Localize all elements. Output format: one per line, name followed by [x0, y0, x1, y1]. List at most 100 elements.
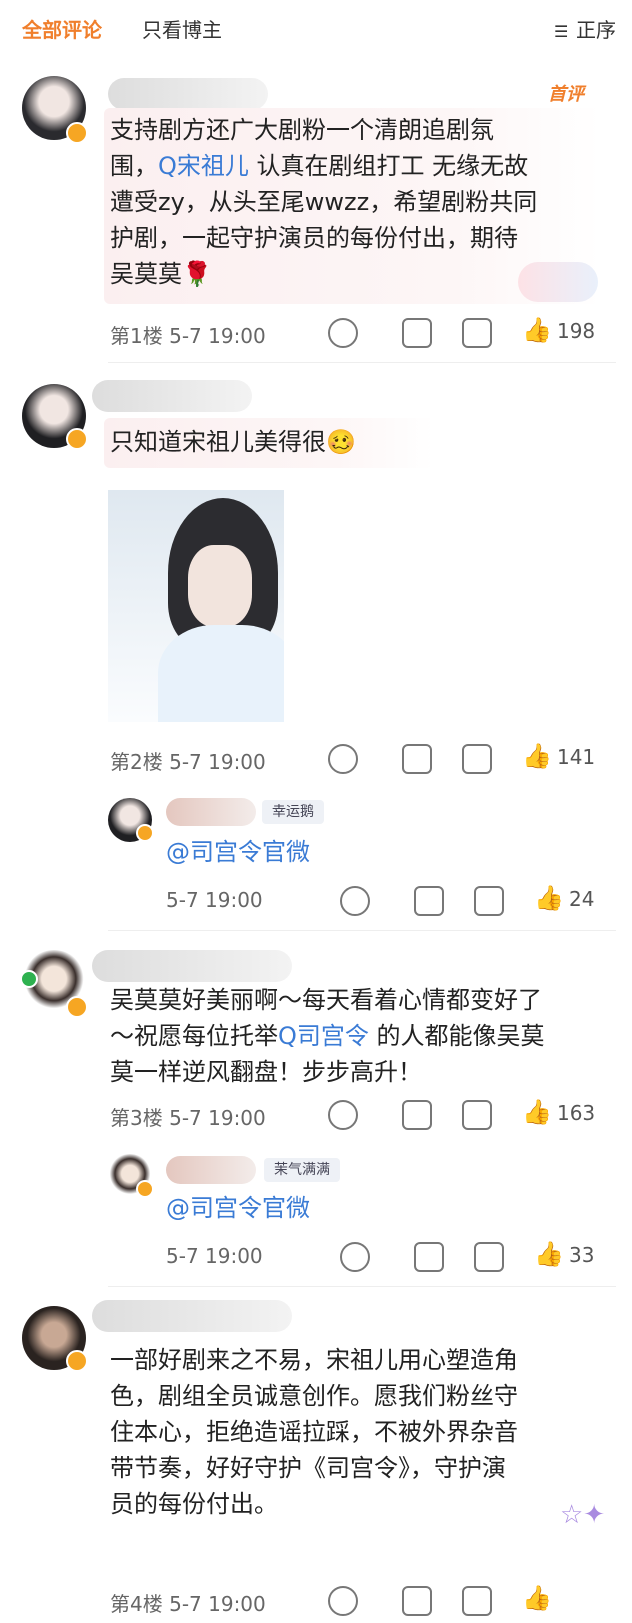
comment-line: 色，剧组全员诚意创作。愿我们粉丝守 [110, 1382, 518, 1410]
floor-label: 第2楼 [110, 750, 163, 774]
comment-image[interactable] [108, 490, 284, 722]
comment-icon[interactable] [462, 744, 492, 774]
topic-link[interactable]: Q司宫令 [278, 1022, 369, 1050]
star-sticker-icon: ☆✦ [560, 1500, 606, 1530]
verified-badge-icon [66, 428, 88, 450]
comment-line-part: ～祝愿每位托举 [110, 1022, 278, 1050]
comment-line: 遭受zy，从头至尾wwzz，希望剧粉共同 [110, 188, 538, 216]
verified-badge-icon [66, 996, 88, 1018]
comment-line: 带节奏，好好守护《司宫令》，守护演 [110, 1454, 506, 1482]
comment-meta: 第1楼 5-7 19:00 [110, 320, 266, 349]
comment-text: 只知道宋祖儿美得很🥴 [110, 428, 356, 456]
username-blurred[interactable] [92, 1300, 292, 1332]
share-icon[interactable] [402, 318, 432, 348]
comment-icon[interactable] [474, 1242, 504, 1272]
tab-author-only[interactable]: 只看博主 [142, 14, 222, 43]
comment-icon[interactable] [462, 318, 492, 348]
floor-label: 第1楼 [110, 324, 163, 348]
reply-text[interactable]: @司宫令官微 [166, 834, 310, 870]
dislike-icon[interactable] [340, 1242, 370, 1272]
comment-line: 护剧，一起守护演员的每份付出，期待 [110, 224, 518, 252]
timestamp: 5-7 19:00 [169, 1106, 266, 1130]
comment-icon[interactable] [462, 1586, 492, 1616]
like-icon: 👍 [522, 316, 552, 344]
share-icon[interactable] [402, 1100, 432, 1130]
comment-line-part: 认真在剧组打工 无缘无故 [248, 152, 529, 180]
comment-line: 莫一样逆风翻盘！步步高升！ [110, 1058, 422, 1086]
comment-text: 支持剧方还广大剧粉一个清朗追剧氛 围，Q宋祖儿 认真在剧组打工 无缘无故 遭受z… [110, 112, 537, 292]
floor-label: 第4楼 [110, 1592, 163, 1616]
comment-text: 吴莫莫好美丽啊～每天看着心情都变好了 ～祝愿每位托举Q司宫令 的人都能像吴莫 莫… [110, 982, 545, 1090]
comment-line-part: 围， [110, 152, 158, 180]
reply-username-blurred[interactable] [166, 1156, 256, 1184]
like-button[interactable]: 👍 141 [522, 742, 595, 770]
comment-text: 一部好剧来之不易，宋祖儿用心塑造角 色，剧组全员诚意创作。愿我们粉丝守 住本心，… [110, 1342, 518, 1522]
divider [108, 1286, 616, 1287]
comment-line: 住本心，拒绝造谣拉踩，不被外界杂音 [110, 1418, 518, 1446]
topic-link[interactable]: Q宋祖儿 [158, 152, 249, 180]
dislike-icon[interactable] [340, 886, 370, 916]
dislike-icon[interactable] [328, 318, 358, 348]
sort-label: 正序 [576, 18, 616, 42]
share-icon[interactable] [414, 886, 444, 916]
verified-badge-icon [66, 1350, 88, 1372]
like-count: 163 [556, 1101, 596, 1125]
comment-line-part: 的人都能像吴莫 [368, 1022, 545, 1050]
like-count: 24 [568, 887, 595, 911]
comment-icon[interactable] [474, 886, 504, 916]
image-figure-dress [158, 625, 284, 722]
share-icon[interactable] [402, 744, 432, 774]
sort-button[interactable]: ☰ 正序 [554, 14, 616, 43]
like-count: 141 [556, 745, 596, 769]
comment-line: ～祝愿每位托举Q司宫令 的人都能像吴莫 [110, 1018, 545, 1054]
like-icon: 👍 [522, 1098, 552, 1126]
share-icon[interactable] [402, 1586, 432, 1616]
like-count: 198 [556, 319, 596, 343]
like-button[interactable]: 👍 24 [534, 884, 594, 912]
dislike-icon[interactable] [328, 744, 358, 774]
comment-icon[interactable] [462, 1100, 492, 1130]
dislike-icon[interactable] [328, 1100, 358, 1130]
like-count: 33 [568, 1243, 595, 1267]
timestamp: 5-7 19:00 [169, 324, 266, 348]
image-figure-face [188, 545, 252, 627]
like-button[interactable]: 👍 198 [522, 316, 595, 344]
like-icon: 👍 [522, 742, 552, 770]
timestamp: 5-7 19:00 [166, 1244, 263, 1268]
bunny-sticker-icon [518, 262, 598, 302]
floor-label: 第3楼 [110, 1106, 163, 1130]
comment-meta: 第4楼 5-7 19:00 [110, 1588, 266, 1617]
like-icon: 👍 [522, 1584, 552, 1612]
comment-line: 围，Q宋祖儿 认真在剧组打工 无缘无故 [110, 148, 537, 184]
timestamp: 5-7 19:00 [169, 750, 266, 774]
divider [108, 362, 616, 363]
like-button[interactable]: 👍 163 [522, 1098, 595, 1126]
username-blurred[interactable] [92, 950, 292, 982]
green-badge-icon [20, 970, 38, 988]
verified-badge-icon [136, 824, 154, 842]
tab-all-comments[interactable]: 全部评论 [22, 14, 102, 43]
username-blurred[interactable] [92, 380, 252, 412]
verified-badge-icon [66, 122, 88, 144]
timestamp: 5-7 19:00 [166, 888, 263, 912]
dislike-icon[interactable] [328, 1586, 358, 1616]
share-icon[interactable] [414, 1242, 444, 1272]
like-button[interactable]: 👍 33 [534, 1240, 594, 1268]
sort-icon: ☰ [554, 22, 569, 41]
comment-line: 员的每份付出。 [110, 1490, 278, 1518]
comment-line: 吴莫莫好美丽啊～每天看着心情都变好了 [110, 986, 542, 1014]
username-blurred[interactable] [108, 78, 268, 110]
comment-line: 一部好剧来之不易，宋祖儿用心塑造角 [110, 1346, 518, 1374]
fan-tag: 茉气满满 [264, 1158, 340, 1182]
comment-line: 支持剧方还广大剧粉一个清朗追剧氛 [110, 116, 494, 144]
fan-tag: 幸运鹅 [262, 800, 324, 824]
like-icon: 👍 [534, 1240, 564, 1268]
comment-tabs-bar: 全部评论 只看博主 ☰ 正序 [0, 0, 632, 60]
reply-text[interactable]: @司宫令官微 [166, 1190, 310, 1226]
reply-username-blurred[interactable] [166, 798, 256, 826]
verified-badge-icon [136, 1180, 154, 1198]
timestamp: 5-7 19:00 [169, 1592, 266, 1616]
like-icon: 👍 [534, 884, 564, 912]
like-button[interactable]: 👍 [522, 1584, 552, 1612]
comment-meta: 第2楼 5-7 19:00 [110, 746, 266, 775]
